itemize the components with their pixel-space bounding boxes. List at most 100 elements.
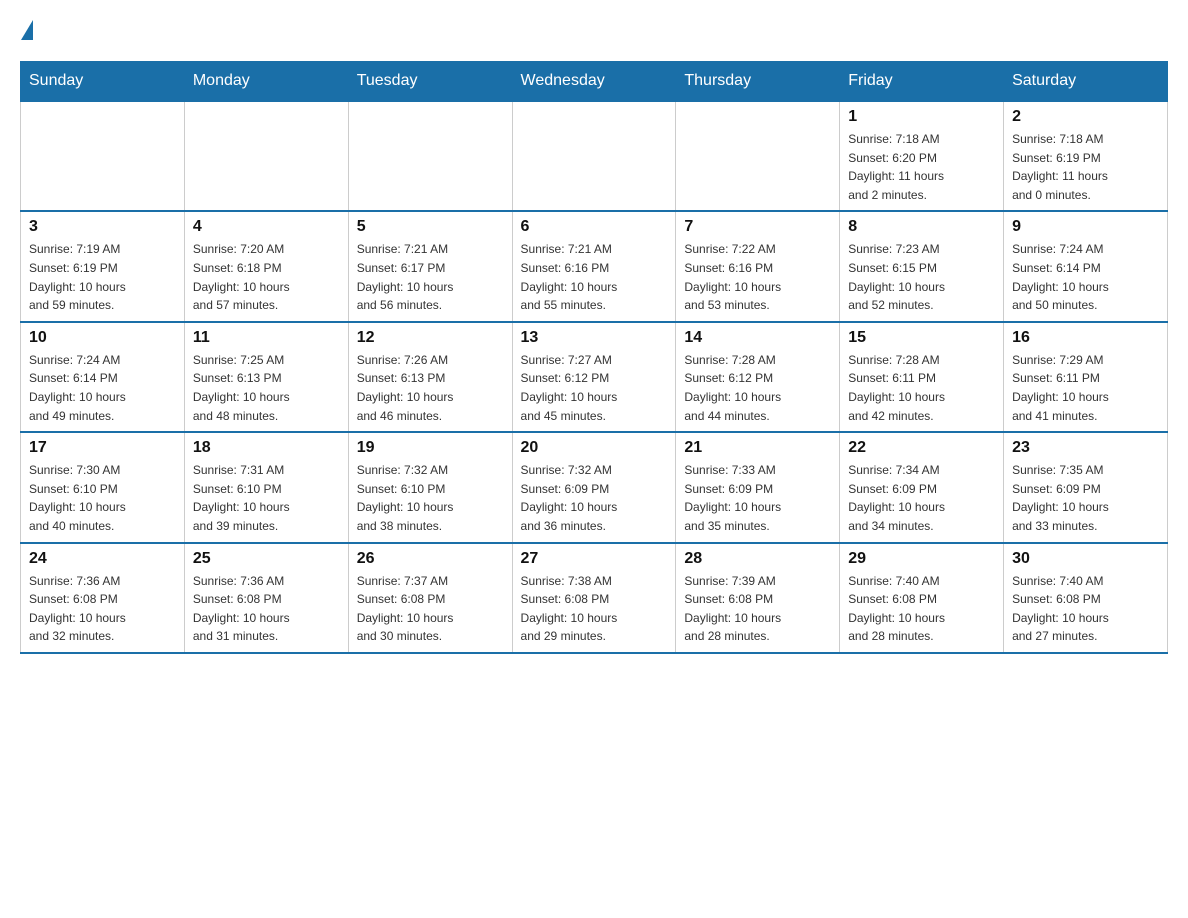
day-info: Sunrise: 7:28 AM Sunset: 6:12 PM Dayligh… [684, 351, 831, 425]
day-cell: 1 Sunrise: 7:18 AM Sunset: 6:20 PM Daylig… [840, 101, 1004, 211]
day-number: 3 [29, 218, 176, 236]
week-row-3: 10 Sunrise: 7:24 AM Sunset: 6:14 PM Dayli… [21, 322, 1168, 432]
weekday-tuesday: Tuesday [348, 62, 512, 102]
day-info: Sunrise: 7:40 AM Sunset: 6:08 PM Dayligh… [1012, 572, 1159, 646]
weekday-sunday: Sunday [21, 62, 185, 102]
day-cell: 2 Sunrise: 7:18 AM Sunset: 6:19 PM Daylig… [1004, 101, 1168, 211]
day-number: 9 [1012, 218, 1159, 236]
day-info: Sunrise: 7:40 AM Sunset: 6:08 PM Dayligh… [848, 572, 995, 646]
day-info: Sunrise: 7:24 AM Sunset: 6:14 PM Dayligh… [1012, 240, 1159, 314]
day-cell: 24 Sunrise: 7:36 AM Sunset: 6:08 PM Dayli… [21, 543, 185, 653]
day-number: 6 [521, 218, 668, 236]
day-info: Sunrise: 7:38 AM Sunset: 6:08 PM Dayligh… [521, 572, 668, 646]
day-cell: 29 Sunrise: 7:40 AM Sunset: 6:08 PM Dayli… [840, 543, 1004, 653]
day-cell: 8Sunrise: 7:23 AM Sunset: 6:15 PM Daylig… [840, 211, 1004, 321]
weekday-monday: Monday [184, 62, 348, 102]
day-info: Sunrise: 7:29 AM Sunset: 6:11 PM Dayligh… [1012, 351, 1159, 425]
day-info: Sunrise: 7:26 AM Sunset: 6:13 PM Dayligh… [357, 351, 504, 425]
day-info: Sunrise: 7:37 AM Sunset: 6:08 PM Dayligh… [357, 572, 504, 646]
day-number: 8 [848, 218, 995, 236]
day-number: 30 [1012, 550, 1159, 568]
day-info: Sunrise: 7:22 AM Sunset: 6:16 PM Dayligh… [684, 240, 831, 314]
day-number: 29 [848, 550, 995, 568]
day-number: 15 [848, 329, 995, 347]
day-number: 2 [1012, 108, 1159, 126]
day-number: 11 [193, 329, 340, 347]
day-cell [512, 101, 676, 211]
day-info: Sunrise: 7:33 AM Sunset: 6:09 PM Dayligh… [684, 461, 831, 535]
day-cell: 3 Sunrise: 7:19 AM Sunset: 6:19 PM Daylig… [21, 211, 185, 321]
week-row-4: 17Sunrise: 7:30 AM Sunset: 6:10 PM Dayli… [21, 432, 1168, 542]
day-cell: 23 Sunrise: 7:35 AM Sunset: 6:09 PM Dayli… [1004, 432, 1168, 542]
logo-arrow-icon [21, 20, 33, 40]
day-cell: 28 Sunrise: 7:39 AM Sunset: 6:08 PM Dayli… [676, 543, 840, 653]
page-header [20, 20, 1168, 45]
day-info: Sunrise: 7:30 AM Sunset: 6:10 PM Dayligh… [29, 461, 176, 535]
logo [20, 20, 33, 45]
day-number: 19 [357, 439, 504, 457]
day-number: 26 [357, 550, 504, 568]
day-number: 7 [684, 218, 831, 236]
day-info: Sunrise: 7:18 AM Sunset: 6:19 PM Dayligh… [1012, 130, 1159, 204]
day-info: Sunrise: 7:39 AM Sunset: 6:08 PM Dayligh… [684, 572, 831, 646]
week-row-1: 1 Sunrise: 7:18 AM Sunset: 6:20 PM Daylig… [21, 101, 1168, 211]
day-info: Sunrise: 7:34 AM Sunset: 6:09 PM Dayligh… [848, 461, 995, 535]
day-cell [676, 101, 840, 211]
day-cell: 15Sunrise: 7:28 AM Sunset: 6:11 PM Dayli… [840, 322, 1004, 432]
day-info: Sunrise: 7:36 AM Sunset: 6:08 PM Dayligh… [29, 572, 176, 646]
day-number: 12 [357, 329, 504, 347]
day-cell: 30 Sunrise: 7:40 AM Sunset: 6:08 PM Dayli… [1004, 543, 1168, 653]
weekday-saturday: Saturday [1004, 62, 1168, 102]
day-cell: 12 Sunrise: 7:26 AM Sunset: 6:13 PM Dayli… [348, 322, 512, 432]
day-cell: 26 Sunrise: 7:37 AM Sunset: 6:08 PM Dayli… [348, 543, 512, 653]
day-cell: 20 Sunrise: 7:32 AM Sunset: 6:09 PM Dayli… [512, 432, 676, 542]
day-number: 20 [521, 439, 668, 457]
day-info: Sunrise: 7:20 AM Sunset: 6:18 PM Dayligh… [193, 240, 340, 314]
day-cell: 4 Sunrise: 7:20 AM Sunset: 6:18 PM Daylig… [184, 211, 348, 321]
day-cell: 22 Sunrise: 7:34 AM Sunset: 6:09 PM Dayli… [840, 432, 1004, 542]
day-cell: 7 Sunrise: 7:22 AM Sunset: 6:16 PM Daylig… [676, 211, 840, 321]
day-number: 23 [1012, 439, 1159, 457]
day-info: Sunrise: 7:27 AM Sunset: 6:12 PM Dayligh… [521, 351, 668, 425]
day-cell: 9 Sunrise: 7:24 AM Sunset: 6:14 PM Daylig… [1004, 211, 1168, 321]
calendar-table: SundayMondayTuesdayWednesdayThursdayFrid… [20, 61, 1168, 654]
week-row-5: 24 Sunrise: 7:36 AM Sunset: 6:08 PM Dayli… [21, 543, 1168, 653]
day-number: 5 [357, 218, 504, 236]
day-info: Sunrise: 7:35 AM Sunset: 6:09 PM Dayligh… [1012, 461, 1159, 535]
day-cell: 6 Sunrise: 7:21 AM Sunset: 6:16 PM Daylig… [512, 211, 676, 321]
day-info: Sunrise: 7:32 AM Sunset: 6:09 PM Dayligh… [521, 461, 668, 535]
day-number: 4 [193, 218, 340, 236]
day-cell: 27 Sunrise: 7:38 AM Sunset: 6:08 PM Dayli… [512, 543, 676, 653]
day-info: Sunrise: 7:36 AM Sunset: 6:08 PM Dayligh… [193, 572, 340, 646]
day-info: Sunrise: 7:31 AM Sunset: 6:10 PM Dayligh… [193, 461, 340, 535]
day-number: 21 [684, 439, 831, 457]
day-number: 22 [848, 439, 995, 457]
day-number: 28 [684, 550, 831, 568]
weekday-wednesday: Wednesday [512, 62, 676, 102]
day-cell: 11Sunrise: 7:25 AM Sunset: 6:13 PM Dayli… [184, 322, 348, 432]
day-info: Sunrise: 7:21 AM Sunset: 6:16 PM Dayligh… [521, 240, 668, 314]
weekday-header-row: SundayMondayTuesdayWednesdayThursdayFrid… [21, 62, 1168, 102]
day-cell: 25 Sunrise: 7:36 AM Sunset: 6:08 PM Dayli… [184, 543, 348, 653]
day-number: 18 [193, 439, 340, 457]
day-cell [21, 101, 185, 211]
week-row-2: 3 Sunrise: 7:19 AM Sunset: 6:19 PM Daylig… [21, 211, 1168, 321]
day-number: 27 [521, 550, 668, 568]
weekday-thursday: Thursday [676, 62, 840, 102]
day-cell: 16 Sunrise: 7:29 AM Sunset: 6:11 PM Dayli… [1004, 322, 1168, 432]
day-cell [184, 101, 348, 211]
day-number: 24 [29, 550, 176, 568]
day-info: Sunrise: 7:21 AM Sunset: 6:17 PM Dayligh… [357, 240, 504, 314]
day-cell: 13 Sunrise: 7:27 AM Sunset: 6:12 PM Dayli… [512, 322, 676, 432]
day-number: 16 [1012, 329, 1159, 347]
day-number: 10 [29, 329, 176, 347]
day-number: 1 [848, 108, 995, 126]
day-cell [348, 101, 512, 211]
day-number: 14 [684, 329, 831, 347]
day-info: Sunrise: 7:24 AM Sunset: 6:14 PM Dayligh… [29, 351, 176, 425]
day-cell: 17Sunrise: 7:30 AM Sunset: 6:10 PM Dayli… [21, 432, 185, 542]
day-number: 25 [193, 550, 340, 568]
day-info: Sunrise: 7:19 AM Sunset: 6:19 PM Dayligh… [29, 240, 176, 314]
day-number: 13 [521, 329, 668, 347]
day-info: Sunrise: 7:18 AM Sunset: 6:20 PM Dayligh… [848, 130, 995, 204]
